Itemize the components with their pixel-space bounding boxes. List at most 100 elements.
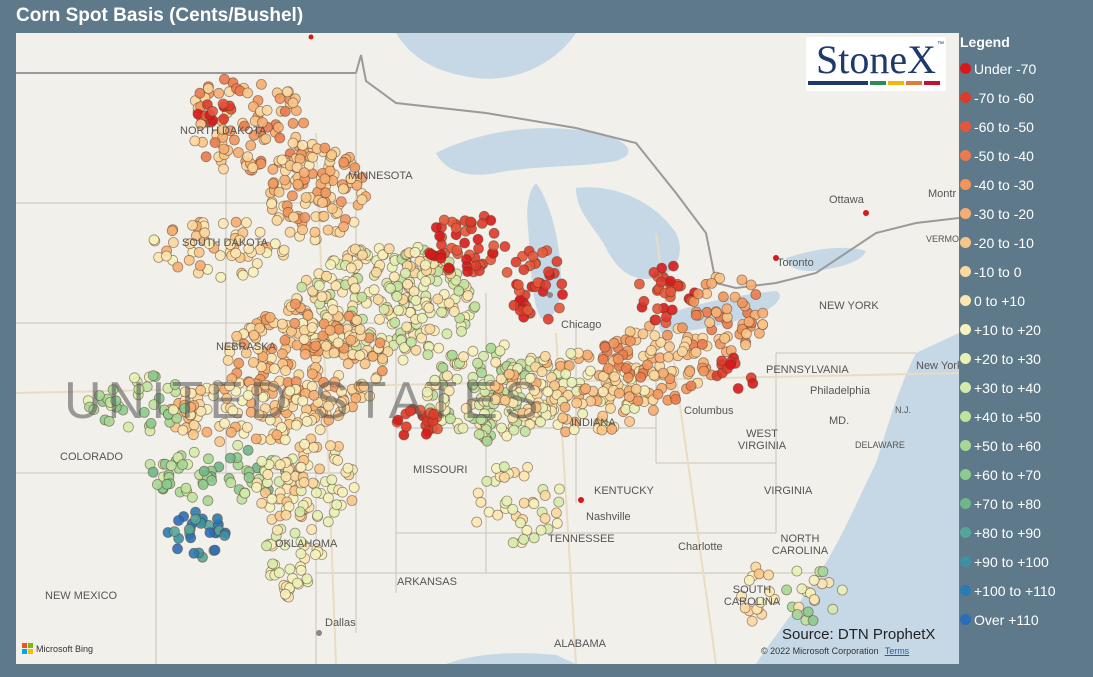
basis-point[interactable]	[267, 163, 279, 175]
legend-item[interactable]: +90 to +100	[960, 547, 1090, 576]
basis-point[interactable]	[237, 269, 249, 281]
basis-point[interactable]	[393, 304, 404, 316]
basis-point[interactable]	[298, 333, 310, 345]
basis-point[interactable]	[310, 549, 321, 560]
basis-point[interactable]	[274, 132, 286, 144]
basis-point[interactable]	[296, 281, 308, 293]
basis-point[interactable]	[298, 167, 310, 179]
basis-point[interactable]	[331, 499, 343, 511]
basis-point[interactable]	[172, 543, 183, 555]
legend-item[interactable]: +80 to +90	[960, 518, 1090, 547]
basis-point[interactable]	[242, 151, 254, 163]
basis-point[interactable]	[312, 509, 323, 521]
legend-item[interactable]: -50 to -40	[960, 141, 1090, 170]
basis-point[interactable]	[338, 156, 350, 168]
basis-point[interactable]	[314, 463, 326, 475]
basis-point[interactable]	[307, 477, 319, 489]
basis-point[interactable]	[322, 492, 334, 504]
legend-item[interactable]: +10 to +20	[960, 315, 1090, 344]
legend-item[interactable]: -70 to -60	[960, 83, 1090, 112]
basis-point[interactable]	[443, 297, 455, 309]
basis-point[interactable]	[273, 567, 285, 579]
basis-point[interactable]	[535, 524, 547, 536]
terms-link[interactable]: Terms	[885, 646, 910, 656]
basis-point[interactable]	[202, 495, 214, 507]
basis-point[interactable]	[326, 474, 338, 486]
basis-point[interactable]	[450, 222, 462, 234]
basis-point[interactable]	[300, 192, 312, 203]
basis-point[interactable]	[187, 429, 199, 441]
basis-point[interactable]	[147, 466, 159, 478]
basis-point[interactable]	[242, 87, 254, 99]
basis-point[interactable]	[348, 482, 360, 493]
basis-point[interactable]	[501, 266, 513, 278]
basis-point[interactable]	[273, 186, 285, 198]
basis-point[interactable]	[458, 351, 469, 363]
basis-point[interactable]	[518, 497, 530, 509]
basis-point[interactable]	[635, 371, 647, 383]
basis-point[interactable]	[255, 79, 267, 90]
basis-point[interactable]	[557, 289, 568, 300]
basis-point[interactable]	[225, 477, 237, 489]
basis-point[interactable]	[462, 266, 473, 278]
basis-point[interactable]	[543, 266, 554, 278]
basis-point[interactable]	[324, 324, 336, 336]
basis-point[interactable]	[685, 380, 697, 392]
basis-point[interactable]	[634, 278, 645, 290]
basis-point[interactable]	[664, 341, 675, 353]
basis-point[interactable]	[335, 196, 347, 208]
basis-point[interactable]	[215, 271, 227, 283]
basis-point[interactable]	[469, 301, 481, 313]
basis-point[interactable]	[625, 335, 636, 347]
basis-point[interactable]	[467, 345, 479, 357]
basis-point[interactable]	[565, 347, 577, 359]
basis-point[interactable]	[560, 368, 572, 380]
legend-item[interactable]: -60 to -50	[960, 112, 1090, 141]
basis-point[interactable]	[566, 376, 578, 388]
basis-point[interactable]	[582, 349, 593, 361]
basis-point[interactable]	[409, 246, 421, 258]
basis-point[interactable]	[462, 290, 474, 301]
basis-point[interactable]	[433, 342, 445, 354]
basis-point[interactable]	[256, 497, 268, 509]
basis-point[interactable]	[518, 264, 530, 276]
basis-point[interactable]	[507, 503, 519, 515]
basis-point[interactable]	[704, 317, 716, 328]
basis-point[interactable]	[597, 386, 609, 398]
basis-point[interactable]	[230, 216, 242, 228]
basis-point[interactable]	[401, 321, 413, 333]
basis-point[interactable]	[198, 465, 210, 477]
basis-point[interactable]	[475, 496, 487, 508]
basis-point[interactable]	[245, 140, 257, 151]
basis-point[interactable]	[527, 250, 539, 262]
basis-point[interactable]	[670, 393, 682, 405]
basis-point[interactable]	[299, 348, 311, 360]
basis-point[interactable]	[349, 282, 361, 294]
basis-point[interactable]	[297, 224, 308, 236]
basis-point[interactable]	[186, 491, 198, 503]
basis-point[interactable]	[374, 337, 386, 349]
basis-point[interactable]	[711, 307, 722, 318]
basis-point[interactable]	[346, 495, 358, 506]
basis-point[interactable]	[662, 351, 674, 363]
basis-point[interactable]	[169, 526, 180, 538]
basis-point[interactable]	[613, 387, 625, 399]
basis-point[interactable]	[435, 252, 447, 264]
legend-item[interactable]: Under -70	[960, 54, 1090, 83]
basis-point[interactable]	[232, 439, 244, 451]
basis-point[interactable]	[542, 313, 554, 325]
basis-point[interactable]	[459, 237, 471, 249]
basis-point[interactable]	[180, 482, 192, 494]
basis-point[interactable]	[736, 297, 748, 309]
legend-item[interactable]: +70 to +80	[960, 489, 1090, 518]
basis-point[interactable]	[620, 362, 632, 374]
basis-point[interactable]	[391, 290, 403, 302]
basis-point[interactable]	[332, 337, 344, 349]
basis-point[interactable]	[472, 357, 484, 369]
basis-point[interactable]	[836, 584, 848, 596]
basis-point[interactable]	[424, 323, 436, 335]
basis-point[interactable]	[827, 603, 839, 615]
basis-point[interactable]	[423, 302, 435, 314]
basis-point[interactable]	[297, 139, 309, 151]
basis-point[interactable]	[278, 244, 290, 256]
